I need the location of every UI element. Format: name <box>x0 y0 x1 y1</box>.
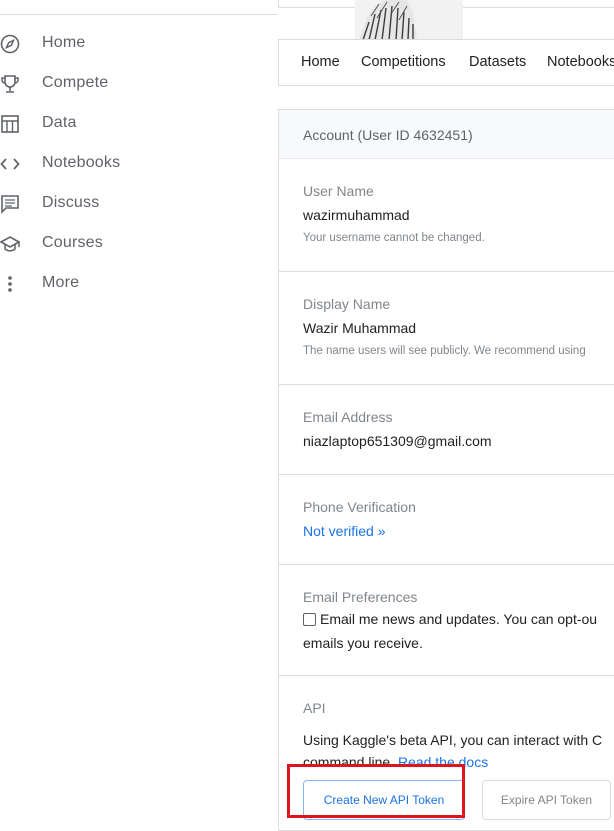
sidebar-item-label: Discuss <box>42 194 100 211</box>
username-value: wazirmuhammad <box>303 207 410 223</box>
api-description: Using Kaggle's beta API, you can interac… <box>303 732 603 748</box>
sidebar-item-courses[interactable]: Courses <box>0 224 270 264</box>
expire-api-token-button[interactable]: Expire API Token <box>482 780 611 820</box>
email-section: Email Address niazlaptop651309@gmail.com <box>279 385 614 475</box>
username-section: User Name wazirmuhammad Your username ca… <box>279 159 614 272</box>
display-name-help-text: The name users will see publicly. We rec… <box>303 345 586 357</box>
phone-section: Phone Verification Not verified » <box>279 475 614 565</box>
sidebar-item-label: Courses <box>42 234 103 251</box>
sidebar-item-label: More <box>42 274 80 291</box>
sidebar-item-label: Data <box>42 114 77 131</box>
account-settings-panel: Account (User ID 4632451) User Name wazi… <box>278 109 614 831</box>
email-news-checkbox-label: Email me news and updates. You can opt-o… <box>320 611 598 627</box>
trophy-icon <box>1 75 19 93</box>
account-title: Account (User ID 4632451) <box>303 127 473 143</box>
display-name-label: Display Name <box>303 296 391 312</box>
sidebar-item-compete[interactable]: Compete <box>0 64 270 104</box>
tab-notebooks[interactable]: Notebooks <box>547 54 614 70</box>
expire-api-token-label: Expire API Token <box>500 793 593 807</box>
email-preferences-label: Email Preferences <box>303 589 418 605</box>
display-name-value[interactable]: Wazir Muhammad <box>303 320 416 336</box>
more-vertical-icon <box>8 276 12 292</box>
sidebar-item-data[interactable]: Data <box>0 104 270 144</box>
email-value: niazlaptop651309@gmail.com <box>303 433 492 449</box>
email-news-checkbox-label-cont: emails you receive. <box>303 635 423 651</box>
header-divider <box>0 14 278 15</box>
sidebar-item-label: Notebooks <box>42 154 121 171</box>
tab-competitions[interactable]: Competitions <box>361 54 446 70</box>
account-panel-header: Account (User ID 4632451) <box>279 110 614 159</box>
table-icon <box>1 115 19 133</box>
compass-icon <box>0 34 20 54</box>
username-label: User Name <box>303 183 374 199</box>
email-label: Email Address <box>303 409 393 425</box>
graduation-cap-icon <box>0 236 20 252</box>
sidebar-item-discuss[interactable]: Discuss <box>0 184 270 224</box>
email-preferences-section: Email Preferences Email me news and upda… <box>279 565 614 676</box>
code-icon <box>0 158 20 170</box>
highlight-annotation-box <box>287 764 465 818</box>
sidebar-nav: Home Compete Data Notebooks Discuss Cour… <box>0 24 270 304</box>
profile-tabs: Home Competitions Datasets Notebooks <box>278 39 614 86</box>
avatar-illustration <box>359 0 417 40</box>
api-label: API <box>303 700 326 716</box>
sidebar-item-more[interactable]: More <box>0 264 270 304</box>
username-help-text: Your username cannot be changed. <box>303 232 485 244</box>
tab-home[interactable]: Home <box>301 54 340 70</box>
sidebar-item-notebooks[interactable]: Notebooks <box>0 144 270 184</box>
display-name-section: Display Name Wazir Muhammad The name use… <box>279 272 614 385</box>
sidebar-item-label: Home <box>42 34 86 51</box>
email-news-checkbox[interactable] <box>303 613 316 626</box>
sidebar-item-label: Compete <box>42 74 109 91</box>
tab-datasets[interactable]: Datasets <box>469 54 526 70</box>
comment-icon <box>1 195 19 214</box>
sidebar-item-home[interactable]: Home <box>0 24 270 64</box>
phone-label: Phone Verification <box>303 499 416 515</box>
phone-verify-link[interactable]: Not verified » <box>303 523 385 539</box>
profile-avatar-image <box>355 0 463 40</box>
